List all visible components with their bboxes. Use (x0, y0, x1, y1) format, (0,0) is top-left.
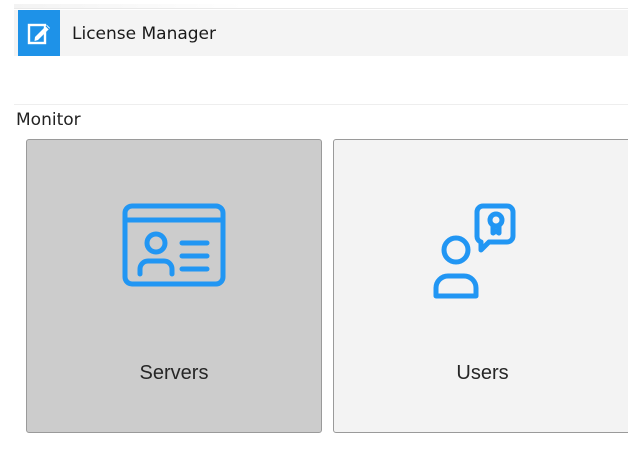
users-tile[interactable]: Users (333, 139, 628, 433)
title-bar: License Manager (14, 10, 628, 56)
license-manager-window: License Manager Monitor Servers Users (0, 0, 628, 454)
users-tile-label: Users (456, 362, 509, 384)
toolbar-divider (14, 104, 628, 105)
section-heading-monitor: Monitor (16, 110, 81, 130)
window-top-border (14, 8, 628, 9)
servers-tile[interactable]: Servers (26, 139, 322, 433)
edit-document-icon (27, 23, 50, 45)
toolbar-area (14, 56, 628, 104)
user-license-icon (428, 200, 538, 304)
app-logo (18, 10, 60, 56)
servers-tile-label: Servers (139, 362, 209, 384)
id-card-icon (119, 200, 229, 294)
app-title: License Manager (72, 24, 217, 44)
